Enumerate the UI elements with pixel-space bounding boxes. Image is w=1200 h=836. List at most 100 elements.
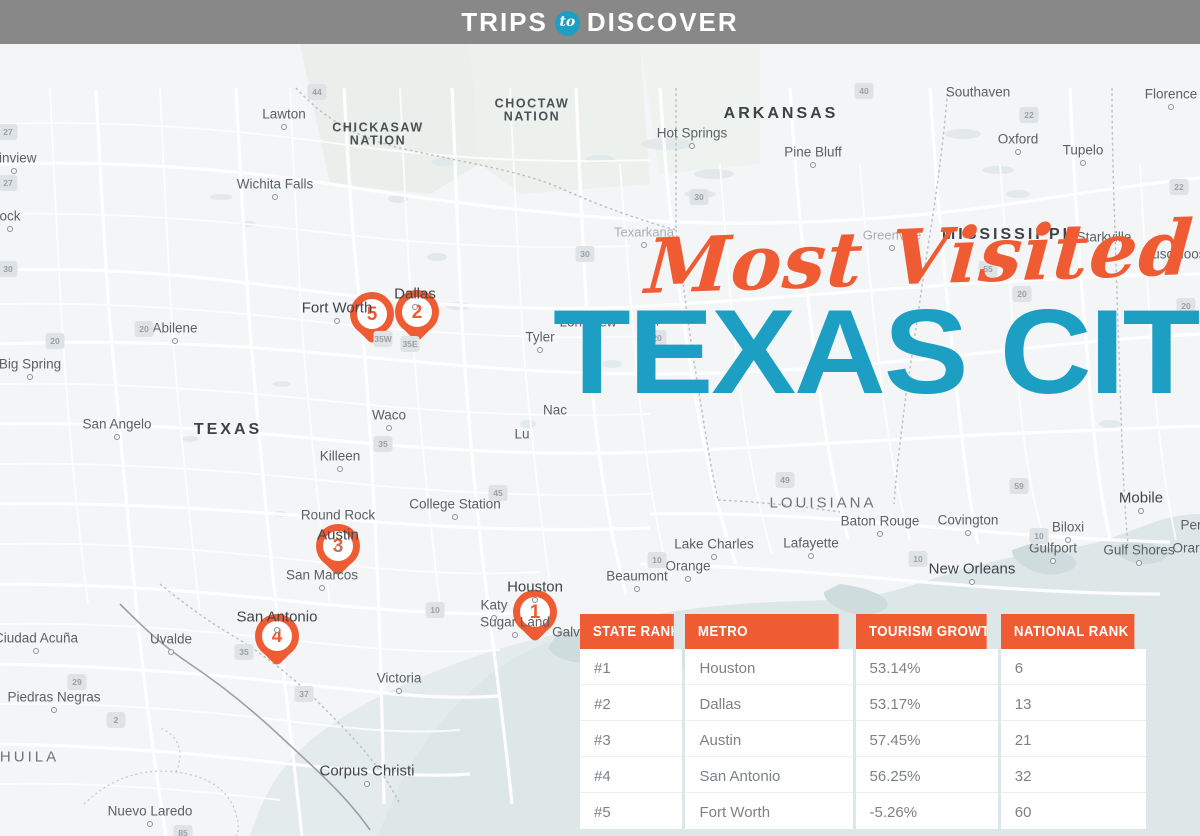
map-city-label: Orar — [1172, 540, 1200, 556]
table-row: #1 Houston 53.14% 6 — [580, 649, 1146, 685]
highway-shield-icon: 30 — [0, 261, 18, 277]
map-city-dot — [168, 649, 174, 655]
cell-state-rank: #1 — [580, 649, 683, 685]
cell-state-rank: #2 — [580, 685, 683, 721]
map-city-label: Corpus Christi — [319, 762, 415, 780]
map-city-dot — [337, 466, 343, 472]
column-header-state-rank: STATE RANK — [580, 614, 675, 649]
map-city-dot — [512, 632, 518, 638]
cell-national-rank: 6 — [1000, 649, 1146, 685]
map-city-dot — [396, 688, 402, 694]
map-city-label: Uvalde — [149, 631, 193, 647]
map-city-label: Lafayette — [783, 535, 839, 551]
map-city-dot — [810, 162, 816, 168]
map-city-label: Piedras Negras — [7, 689, 101, 705]
infographic-title: Most Visited TEXAS CITIES — [545, 203, 1200, 412]
cell-state-rank: #3 — [580, 721, 683, 757]
highway-shield-icon: 37 — [294, 686, 314, 702]
highway-shield-icon: 20 — [45, 333, 65, 349]
cell-national-rank: 21 — [1000, 721, 1146, 757]
map-city-label: Round Rock — [300, 507, 376, 523]
map-city-dot — [1136, 560, 1142, 566]
map-city-label: Pine Bluff — [784, 144, 842, 160]
highway-shield-icon: 10 — [908, 551, 928, 567]
cell-growth: 53.17% — [855, 685, 998, 721]
map-city-label: Hot Springs — [656, 125, 728, 141]
highway-shield-icon: 10 — [1029, 528, 1049, 544]
map-city-dot — [27, 374, 33, 380]
map-city-dot — [114, 434, 120, 440]
map-canvas[interactable]: 1 2 3 4 5 LawtonWichita FallsainviewockH… — [0, 44, 1200, 836]
brand-badge-text: to — [559, 14, 576, 30]
highway-shield-icon: 45 — [488, 485, 508, 501]
map-city-label: Houston — [507, 578, 563, 596]
cell-growth: 53.14% — [855, 649, 998, 685]
table-row: #5 Fort Worth -5.26% 60 — [580, 793, 1146, 829]
highway-shield-icon: 40 — [854, 83, 874, 99]
map-nation-label: CHICKASAW NATION — [332, 120, 424, 147]
map-city-label: Sugar Land — [480, 614, 550, 630]
map-city-label: Ciudad Acuña — [0, 630, 79, 646]
map-city-dot — [334, 318, 340, 324]
map-city-label: Katy — [480, 597, 508, 613]
site-header: TRIPS to DISCOVER — [0, 0, 1200, 44]
map-city-label: Beaumont — [606, 568, 668, 584]
column-header-tourism-growth: TOURISM GROWTH — [855, 614, 987, 649]
map-city-label: Waco — [371, 407, 407, 423]
map-city-label: Mobile — [1118, 489, 1164, 507]
cell-growth: -5.26% — [855, 793, 998, 829]
map-city-dot — [7, 226, 13, 232]
highway-shield-icon: 27 — [0, 175, 18, 191]
table-row: #2 Dallas 53.17% 13 — [580, 685, 1146, 721]
map-city-dot — [335, 545, 341, 551]
map-city-label: Per — [1180, 517, 1200, 533]
map-city-label: Florence — [1144, 86, 1198, 102]
map-city-dot — [33, 648, 39, 654]
map-state-label: AHUILA — [0, 748, 60, 766]
map-city-label: New Orleans — [928, 560, 1016, 578]
map-city-label: Dallas — [394, 285, 436, 303]
map-city-dot — [1015, 149, 1021, 155]
highway-shield-icon: 85 — [173, 825, 193, 836]
map-city-label: College Station — [409, 496, 501, 512]
cell-state-rank: #5 — [580, 793, 683, 829]
map-city-label: Nuevo Laredo — [107, 803, 193, 819]
map-city-dot — [537, 347, 543, 353]
map-city-dot — [281, 124, 287, 130]
brand-badge-icon: to — [554, 10, 580, 36]
map-city-label: Lawton — [262, 106, 306, 122]
map-city-label: ainview — [0, 150, 37, 166]
map-city-dot — [274, 627, 280, 633]
map-city-label: Austin — [317, 526, 359, 544]
map-state-label: LOUISIANA — [769, 494, 877, 512]
highway-shield-icon: 49 — [775, 472, 795, 488]
map-city-label: Wichita Falls — [236, 176, 314, 192]
highway-shield-icon: 35W — [373, 331, 393, 347]
table-header-row: STATE RANK METRO TOURISM GROWTH NATIONAL… — [580, 614, 1146, 649]
highway-shield-icon: 44 — [307, 84, 327, 100]
map-city-dot — [634, 586, 640, 592]
map-city-label: Southaven — [945, 84, 1011, 100]
highway-shield-icon: 22 — [1169, 179, 1189, 195]
map-state-label: ARKANSAS — [723, 105, 839, 122]
brand-left-word: TRIPS — [461, 6, 548, 37]
map-city-label: San Angelo — [82, 416, 152, 432]
pin-inner-circle: 4 — [262, 621, 292, 651]
highway-shield-icon: 20 — [134, 321, 154, 337]
highway-shield-icon: 59 — [1009, 478, 1029, 494]
cell-national-rank: 13 — [1000, 685, 1146, 721]
cell-national-rank: 60 — [1000, 793, 1146, 829]
map-city-label: Lu — [514, 426, 530, 442]
map-city-label: Oxford — [997, 131, 1039, 147]
map-city-dot — [1168, 104, 1174, 110]
map-city-label: San Marcos — [285, 567, 359, 583]
map-city-dot — [11, 168, 17, 174]
cell-metro: Austin — [685, 721, 853, 757]
map-city-label: Fort Worth — [301, 299, 373, 317]
map-city-dot — [711, 554, 717, 560]
highway-shield-icon: 22 — [1019, 107, 1039, 123]
map-city-label: Big Spring — [0, 356, 62, 372]
cell-state-rank: #4 — [580, 757, 683, 793]
map-city-dot — [877, 531, 883, 537]
cell-metro: San Antonio — [685, 757, 853, 793]
